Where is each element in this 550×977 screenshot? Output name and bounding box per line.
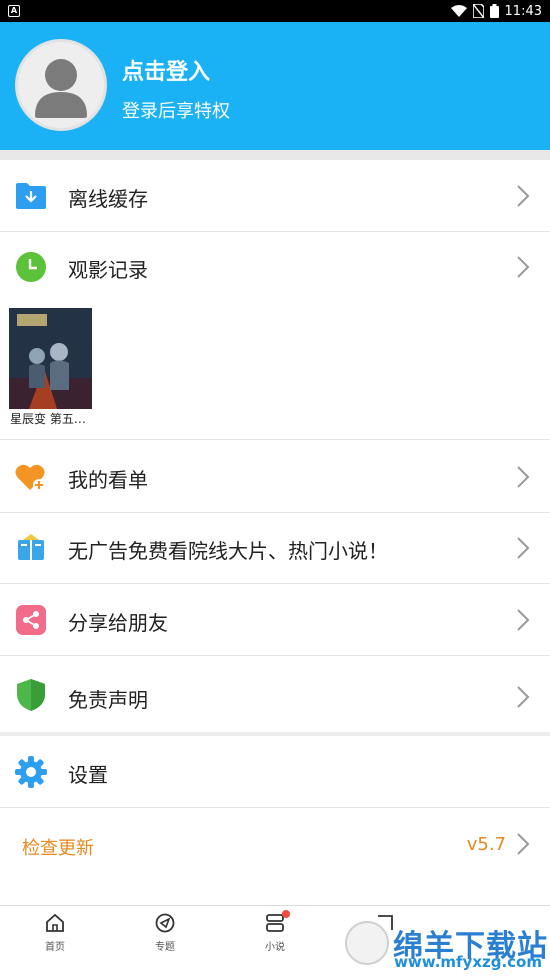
site-watermark: 绵羊下载站 www.mfyxzg.com bbox=[345, 913, 548, 973]
sheep-logo-icon bbox=[345, 921, 389, 965]
chevron-right-icon bbox=[516, 255, 530, 279]
menu-item-settings[interactable]: 设置 bbox=[0, 736, 550, 808]
gear-icon bbox=[14, 755, 48, 789]
watch-history-list: 星辰变 第五… bbox=[0, 302, 550, 440]
avatar[interactable] bbox=[15, 39, 107, 131]
tab-label: 小说 bbox=[265, 942, 285, 953]
poster-artwork bbox=[9, 308, 92, 409]
watermark-url: www.mfyxzg.com bbox=[394, 953, 542, 971]
login-title[interactable]: 点击登入 bbox=[122, 54, 210, 86]
tab-home[interactable]: 首页 bbox=[0, 912, 110, 962]
chevron-right-icon bbox=[516, 832, 530, 860]
tab-label: 首页 bbox=[45, 942, 65, 953]
menu-item-offline-cache[interactable]: 离线缓存 bbox=[0, 160, 550, 232]
user-silhouette-icon bbox=[35, 59, 87, 118]
book-gift-icon bbox=[14, 531, 48, 565]
chevron-right-icon bbox=[516, 465, 530, 489]
clock-time: 11:43 bbox=[504, 3, 542, 19]
menu-item-check-update[interactable]: 检查更新 v5.7 bbox=[0, 808, 550, 880]
menu-item-watch-history[interactable]: 观影记录 bbox=[0, 232, 550, 302]
login-subtitle: 登录后享特权 bbox=[122, 101, 230, 122]
chevron-right-icon bbox=[516, 184, 530, 208]
tab-label: 专题 bbox=[155, 942, 175, 953]
section-divider bbox=[0, 150, 550, 160]
tab-topics[interactable]: 专题 bbox=[110, 912, 220, 962]
menu-item-share[interactable]: 分享给朋友 bbox=[0, 584, 550, 656]
chevron-right-icon bbox=[516, 608, 530, 632]
no-sim-icon bbox=[472, 4, 484, 18]
chevron-right-icon bbox=[516, 536, 530, 560]
menu-label: 免责声明 bbox=[68, 688, 148, 712]
tab-novels[interactable]: 小说 bbox=[220, 910, 330, 962]
compass-icon bbox=[154, 912, 176, 934]
heart-plus-icon bbox=[14, 460, 48, 494]
version-text: v5.7 bbox=[466, 834, 506, 855]
battery-icon bbox=[489, 4, 499, 18]
menu-item-disclaimer[interactable]: 免责声明 bbox=[0, 656, 550, 736]
menu-label: 设置 bbox=[68, 763, 108, 787]
menu-label: 我的看单 bbox=[68, 468, 148, 492]
shield-icon bbox=[14, 678, 48, 712]
chevron-right-icon bbox=[516, 685, 530, 709]
history-poster[interactable] bbox=[9, 308, 92, 409]
menu-label: 分享给朋友 bbox=[68, 611, 168, 635]
app-notification-icon: A bbox=[8, 5, 20, 17]
check-update-label: 检查更新 bbox=[22, 838, 94, 859]
status-bar: A 11:43 bbox=[0, 0, 550, 22]
menu-item-my-list[interactable]: 我的看单 bbox=[0, 441, 550, 513]
profile-header[interactable]: 点击登入 登录后享特权 bbox=[0, 22, 550, 150]
menu-label: 无广告免费看院线大片、热门小说！ bbox=[68, 539, 388, 563]
menu-label: 观影记录 bbox=[68, 258, 148, 282]
home-icon bbox=[44, 912, 66, 934]
folder-download-icon bbox=[14, 179, 48, 213]
menu-label: 离线缓存 bbox=[68, 187, 148, 211]
share-icon bbox=[14, 603, 48, 637]
history-item-title[interactable]: 星辰变 第五… bbox=[10, 410, 86, 427]
notification-dot bbox=[282, 910, 290, 918]
menu-item-ad-free[interactable]: 无广告免费看院线大片、热门小说！ bbox=[0, 513, 550, 584]
clock-icon bbox=[14, 250, 48, 284]
wifi-icon bbox=[450, 4, 467, 18]
